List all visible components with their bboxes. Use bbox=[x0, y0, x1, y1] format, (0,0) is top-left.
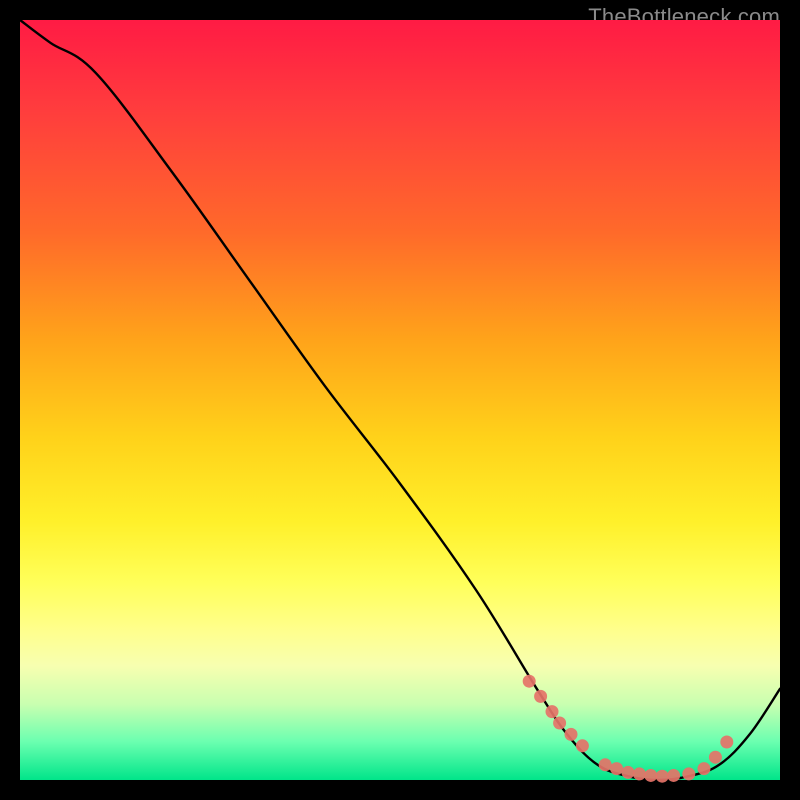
marker-dot bbox=[633, 767, 646, 780]
marker-dot bbox=[565, 728, 578, 741]
marker-dot bbox=[698, 762, 711, 775]
marker-group bbox=[523, 675, 734, 783]
marker-dot bbox=[610, 762, 623, 775]
marker-dot bbox=[720, 736, 733, 749]
marker-dot bbox=[656, 770, 669, 783]
plot-area bbox=[20, 20, 780, 780]
marker-dot bbox=[682, 767, 695, 780]
marker-dot bbox=[709, 751, 722, 764]
marker-dot bbox=[553, 717, 566, 730]
marker-dot bbox=[523, 675, 536, 688]
marker-dot bbox=[622, 766, 635, 779]
marker-dot bbox=[576, 739, 589, 752]
marker-dot bbox=[546, 705, 559, 718]
marker-dot bbox=[534, 690, 547, 703]
marker-dot bbox=[599, 758, 612, 771]
marker-dot bbox=[667, 769, 680, 782]
chart-svg bbox=[20, 20, 780, 780]
chart-frame: TheBottleneck.com bbox=[0, 0, 800, 800]
curve-line bbox=[20, 20, 780, 780]
marker-dot bbox=[644, 769, 657, 782]
